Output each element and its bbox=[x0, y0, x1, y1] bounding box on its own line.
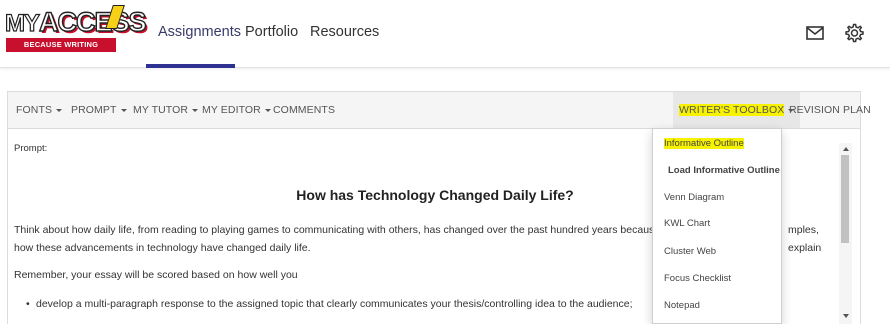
writers-toolbox-dropdown: Informative Outline Load Informative Out… bbox=[652, 128, 782, 324]
menu-item-informative-outline[interactable]: Informative Outline bbox=[653, 131, 781, 157]
nav-tab-portfolio[interactable]: Portfolio bbox=[245, 24, 298, 40]
prompt-menu[interactable]: PROMPT bbox=[71, 92, 127, 128]
nav-tab-resources[interactable]: Resources bbox=[310, 24, 379, 40]
top-header: MYACCESS BECAUSE WRITING MATTERS Assignm… bbox=[0, 0, 890, 68]
my-tutor-menu[interactable]: MY TUTOR bbox=[133, 92, 199, 128]
mail-icon[interactable] bbox=[804, 22, 826, 44]
nav-tab-assignments[interactable]: Assignments bbox=[158, 24, 241, 40]
prompt-label: Prompt: bbox=[14, 143, 48, 154]
my-editor-menu[interactable]: MY EDITOR bbox=[202, 92, 271, 128]
document-scrollbar[interactable] bbox=[839, 143, 852, 324]
menu-item-kwl-chart[interactable]: KWL Chart bbox=[653, 211, 781, 237]
gear-icon[interactable] bbox=[843, 22, 865, 44]
active-tab-indicator bbox=[146, 64, 235, 68]
scroll-down-arrow-icon[interactable] bbox=[843, 314, 849, 318]
revision-plan-button[interactable]: REVISION PLAN bbox=[789, 92, 871, 128]
menu-item-focus-checklist[interactable]: Focus Checklist bbox=[653, 266, 781, 292]
fonts-menu[interactable]: FONTS bbox=[16, 92, 63, 128]
scroll-up-arrow-icon[interactable] bbox=[843, 147, 849, 151]
logo-wordmark: MYACCESS bbox=[4, 6, 147, 37]
menu-item-load-informative-outline[interactable]: Load Informative Outline bbox=[653, 158, 781, 184]
comments-button[interactable]: COMMENTS bbox=[273, 92, 335, 128]
editor-toolbar: FONTS PROMPT MY TUTOR MY EDITOR COMMENTS… bbox=[7, 91, 871, 129]
menu-item-notepad[interactable]: Notepad bbox=[653, 293, 781, 319]
writers-toolbox-menu[interactable]: WRITER'S TOOLBOX bbox=[673, 92, 801, 128]
logo-tagline: BECAUSE WRITING MATTERS bbox=[6, 38, 116, 63]
menu-item-cluster-web[interactable]: Cluster Web bbox=[653, 239, 781, 265]
menu-item-venn-diagram[interactable]: Venn Diagram bbox=[653, 185, 781, 211]
scrollbar-thumb[interactable] bbox=[841, 155, 849, 243]
myaccess-logo[interactable]: MYACCESS BECAUSE WRITING MATTERS bbox=[4, 5, 147, 63]
